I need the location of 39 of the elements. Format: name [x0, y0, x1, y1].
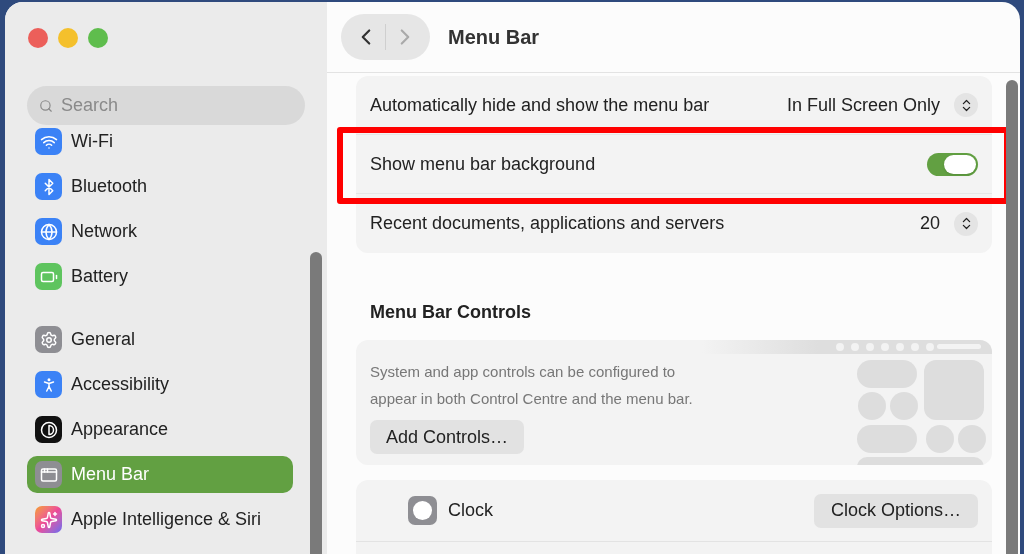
search-field[interactable]: Search — [27, 86, 305, 125]
wifi-icon — [35, 128, 62, 155]
sidebar-item[interactable]: Battery — [27, 258, 293, 295]
toggle-switch[interactable] — [927, 152, 978, 176]
bluetooth-icon — [35, 173, 62, 200]
scrollbar[interactable] — [1006, 80, 1018, 554]
sparkle-icon — [35, 506, 62, 533]
stepper-icon[interactable] — [954, 93, 978, 117]
minimize-button[interactable] — [58, 28, 78, 48]
close-button[interactable] — [28, 28, 48, 48]
contrast-icon — [35, 416, 62, 443]
setting-label: Recent documents, applications and servers — [370, 212, 726, 235]
sidebar-item[interactable]: General — [27, 321, 293, 358]
options-button[interactable]: Clock Options… — [813, 493, 978, 528]
gear-icon — [35, 326, 62, 353]
accessibility-icon — [35, 371, 62, 398]
sidebar-item[interactable]: Accessibility — [27, 366, 293, 403]
item-label: Clock — [448, 499, 494, 522]
zoom-button[interactable] — [88, 28, 108, 48]
search-input[interactable]: Search — [61, 92, 293, 119]
add-controls-button[interactable]: Add Controls… — [370, 420, 525, 454]
stepper-value[interactable]: 20 — [919, 210, 940, 237]
stepper-icon[interactable] — [954, 211, 978, 236]
sidebar-item[interactable]: Network — [27, 213, 293, 250]
sidebar-item[interactable]: Appearance — [27, 411, 293, 448]
sidebar-item[interactable]: Apple Intelligence & Siri — [27, 501, 293, 538]
section-heading: Menu Bar Controls — [370, 301, 532, 324]
globe-icon — [35, 218, 62, 245]
scrollbar[interactable] — [310, 252, 322, 554]
sidebar-item[interactable]: Wi-Fi — [27, 123, 293, 160]
clock-icon — [408, 496, 437, 525]
setting-label: Automatically hide and show the menu bar — [370, 93, 711, 117]
window-icon — [35, 461, 62, 488]
description-text: System and app controls can be configured to appear in both Control Centre and the menu bar. — [370, 362, 694, 409]
setting-label: Show menu bar background — [370, 152, 597, 176]
battery-icon — [35, 263, 62, 290]
sidebar-item[interactable]: Bluetooth — [27, 168, 293, 205]
window-title: Menu Bar — [448, 25, 540, 50]
popup-value[interactable]: In Full Screen Only — [786, 91, 940, 119]
